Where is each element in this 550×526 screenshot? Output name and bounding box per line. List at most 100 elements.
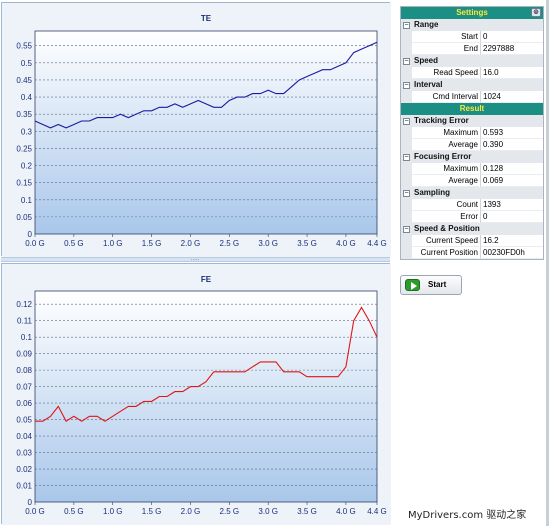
- property-value[interactable]: 1393: [480, 199, 543, 211]
- property-value[interactable]: 0.128: [480, 163, 543, 175]
- y-tick-label: 0.06: [16, 399, 32, 408]
- property-name: Start: [412, 31, 479, 43]
- property-row-fe-average[interactable]: Average 0.069: [401, 175, 543, 187]
- property-value[interactable]: 16.0: [480, 67, 543, 79]
- property-name: Current Speed: [412, 235, 479, 247]
- row-gutter: [401, 247, 412, 259]
- plot-area: [34, 30, 378, 235]
- result-header-label: Result: [459, 104, 485, 113]
- property-name: Maximum: [412, 163, 479, 175]
- chart-splitter[interactable]: .....: [1, 256, 390, 262]
- property-value[interactable]: 16.2: [480, 235, 543, 247]
- x-tick-label: 2.5 G: [220, 507, 240, 516]
- y-tick-label: 0.1: [21, 196, 33, 205]
- category-focusing-error[interactable]: − Focusing Error: [401, 151, 543, 163]
- property-name: End: [412, 43, 479, 55]
- row-gutter: [401, 175, 412, 187]
- property-value[interactable]: 1024: [480, 91, 543, 103]
- property-row-current-speed[interactable]: Current Speed 16.2: [401, 235, 543, 247]
- row-gutter: [401, 211, 412, 223]
- window-border: [546, 0, 549, 526]
- x-tick-label: 1.5 G: [142, 239, 162, 248]
- category-label: Tracking Error: [414, 116, 469, 125]
- x-tick-label: 2.0 G: [181, 239, 201, 248]
- property-row-end[interactable]: End 2297888: [401, 43, 543, 55]
- y-tick-label: 0.4: [21, 93, 33, 102]
- category-range[interactable]: − Range: [401, 19, 543, 31]
- y-tick-label: 0.05: [16, 416, 32, 425]
- x-tick-label: 2.0 G: [181, 507, 201, 516]
- y-tick-label: 0.35: [16, 110, 32, 119]
- chart-title: TE: [201, 14, 212, 23]
- property-value[interactable]: 00230FD0h: [480, 247, 543, 259]
- y-tick-label: 0.05: [16, 213, 32, 222]
- y-tick-label: 0.5: [21, 59, 33, 68]
- property-name: Error: [412, 211, 479, 223]
- category-label: Sampling: [414, 188, 451, 197]
- y-tick-label: 0.11: [17, 317, 33, 326]
- category-label: Focusing Error: [414, 152, 472, 161]
- property-value[interactable]: 0.069: [480, 175, 543, 187]
- y-tick-label: 0.55: [16, 42, 32, 51]
- collapse-icon[interactable]: −: [403, 82, 410, 89]
- property-value[interactable]: 0: [480, 31, 543, 43]
- property-row-te-maximum[interactable]: Maximum 0.593: [401, 127, 543, 139]
- x-tick-label: 3.0 G: [258, 239, 278, 248]
- y-tick-label: 0.02: [16, 465, 32, 474]
- property-row-cmd-interval[interactable]: Cmd Interval 1024: [401, 91, 543, 103]
- property-value[interactable]: 0.390: [480, 139, 543, 151]
- y-tick-label: 0.12: [16, 300, 32, 309]
- y-tick-label: 0.04: [16, 432, 32, 441]
- te-chart-panel: TE 0 0.05 0.1 0.15 0.2 0.25 0.3 0.35 0.4 0.45 0.5 0.…: [1, 2, 391, 257]
- x-tick-label: 3.5 G: [297, 239, 317, 248]
- property-name: Count: [412, 199, 479, 211]
- category-label: Range: [414, 20, 439, 29]
- category-sampling[interactable]: − Sampling: [401, 187, 543, 199]
- collapse-icon[interactable]: −: [403, 226, 410, 233]
- property-row-read-speed[interactable]: Read Speed 16.0: [401, 67, 543, 79]
- row-gutter: [401, 127, 412, 139]
- collapse-icon[interactable]: −: [403, 118, 410, 125]
- category-tracking-error[interactable]: − Tracking Error: [401, 115, 543, 127]
- settings-header-label: Settings: [456, 8, 488, 17]
- chart-title: FE: [201, 275, 212, 284]
- property-row-current-position[interactable]: Current Position 00230FD0h: [401, 247, 543, 259]
- property-value[interactable]: 0: [480, 211, 543, 223]
- y-tick-label: 0.3: [21, 127, 33, 136]
- property-value[interactable]: 2297888: [480, 43, 543, 55]
- splitter-grip[interactable]: .....: [183, 256, 207, 262]
- property-row-te-average[interactable]: Average 0.390: [401, 139, 543, 151]
- collapse-icon[interactable]: −: [403, 22, 410, 29]
- expand-collapse-icon[interactable]: ⊚: [531, 8, 541, 17]
- start-button[interactable]: Start: [400, 275, 462, 295]
- y-tick-label: 0.45: [16, 76, 32, 85]
- settings-header: Settings ⊚: [401, 7, 543, 19]
- property-row-count[interactable]: Count 1393: [401, 199, 543, 211]
- x-tick-label: 3.5 G: [297, 507, 317, 516]
- category-label: Interval: [414, 80, 443, 89]
- row-gutter: [401, 163, 412, 175]
- watermark: MyDrivers.com 驱动之家: [408, 510, 527, 521]
- collapse-icon[interactable]: −: [403, 190, 410, 197]
- property-row-error[interactable]: Error 0: [401, 211, 543, 223]
- property-row-start[interactable]: Start 0: [401, 31, 543, 43]
- category-label: Speed: [414, 56, 439, 65]
- go-icon: [405, 279, 420, 291]
- category-interval[interactable]: − Interval: [401, 79, 543, 91]
- property-name: Average: [412, 139, 479, 151]
- collapse-icon[interactable]: −: [403, 154, 410, 161]
- result-header: Result: [401, 103, 543, 115]
- row-gutter: [401, 67, 412, 79]
- y-tick-label: 0: [28, 498, 33, 507]
- x-tick-label: 0.0 G: [25, 239, 45, 248]
- category-speed-position[interactable]: − Speed & Position: [401, 223, 543, 235]
- property-value[interactable]: 0.593: [480, 127, 543, 139]
- y-tick-label: 0.25: [16, 144, 32, 153]
- fe-chart: FE 0 0.01 0.02 0.03 0.04 0.05 0.06 0.07 0.08 0.09 0…: [2, 264, 391, 525]
- category-speed[interactable]: − Speed: [401, 55, 543, 67]
- y-tick-label: 0.01: [16, 482, 32, 491]
- x-tick-label: 2.5 G: [220, 239, 240, 248]
- property-row-fe-maximum[interactable]: Maximum 0.128: [401, 163, 543, 175]
- collapse-icon[interactable]: −: [403, 58, 410, 65]
- x-tick-label: 4.0 G: [336, 507, 356, 516]
